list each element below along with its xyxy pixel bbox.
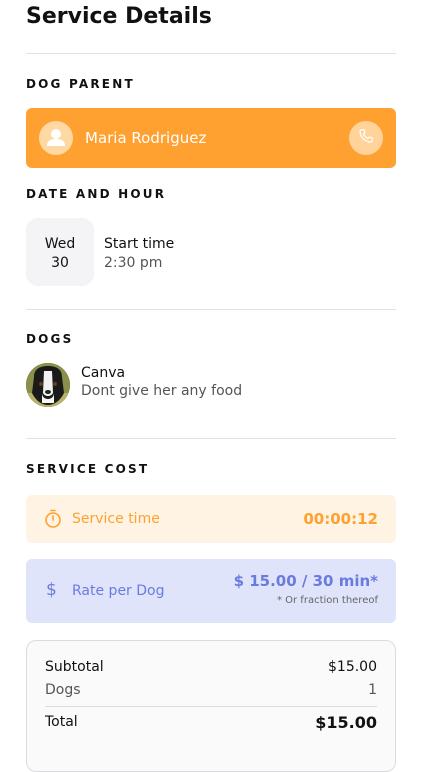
subtotal-label: Subtotal bbox=[45, 659, 104, 675]
section-label-dog-parent: DOG PARENT bbox=[26, 77, 135, 91]
total-label: Total bbox=[45, 714, 78, 730]
rate-value: $ 15.00 / 30 min* bbox=[233, 572, 378, 590]
section-label-service-cost: SERVICE COST bbox=[26, 462, 150, 476]
summary-divider bbox=[45, 706, 377, 707]
dogs-count-label: Dogs bbox=[45, 682, 81, 698]
dog-parent-card: Maria Rodriguez bbox=[26, 108, 396, 168]
start-time-value: 2:30 pm bbox=[104, 255, 163, 271]
person-icon bbox=[39, 121, 73, 155]
date-badge: Wed 30 bbox=[26, 218, 94, 286]
divider bbox=[26, 53, 396, 54]
phone-icon bbox=[357, 127, 375, 149]
dog-avatar bbox=[26, 363, 70, 407]
rate-label: Rate per Dog bbox=[72, 583, 165, 599]
section-label-date-hour: DATE AND HOUR bbox=[26, 187, 167, 201]
date-day: Wed bbox=[44, 236, 76, 252]
rate-footnote: * Or fraction thereof bbox=[276, 595, 378, 606]
stopwatch-icon bbox=[43, 509, 63, 533]
call-button[interactable] bbox=[349, 121, 383, 155]
cost-summary-card: Subtotal $15.00 Dogs 1 Total $15.00 bbox=[26, 640, 396, 772]
start-time-label: Start time bbox=[104, 236, 175, 252]
dollar-icon: $ bbox=[46, 580, 57, 600]
dog-name: Canva bbox=[81, 365, 126, 381]
dogs-count-value: 1 bbox=[368, 682, 377, 698]
subtotal-value: $15.00 bbox=[328, 659, 377, 675]
service-time-value: 00:00:12 bbox=[303, 510, 378, 528]
date-number: 30 bbox=[51, 255, 69, 271]
divider bbox=[26, 438, 396, 439]
page-title: Service Details bbox=[26, 4, 212, 29]
service-time-card: Service time 00:00:12 bbox=[26, 495, 396, 543]
service-details-screen: Service Details DOG PARENT Maria Rodrigu… bbox=[0, 0, 422, 772]
dog-parent-name: Maria Rodriguez bbox=[85, 129, 207, 147]
rate-per-dog-card: $ Rate per Dog $ 15.00 / 30 min* * Or fr… bbox=[26, 559, 396, 623]
section-label-dogs: DOGS bbox=[26, 332, 74, 346]
divider bbox=[26, 309, 396, 310]
dog-note: Dont give her any food bbox=[81, 383, 243, 399]
service-time-label: Service time bbox=[72, 511, 160, 527]
total-value: $15.00 bbox=[315, 713, 377, 732]
